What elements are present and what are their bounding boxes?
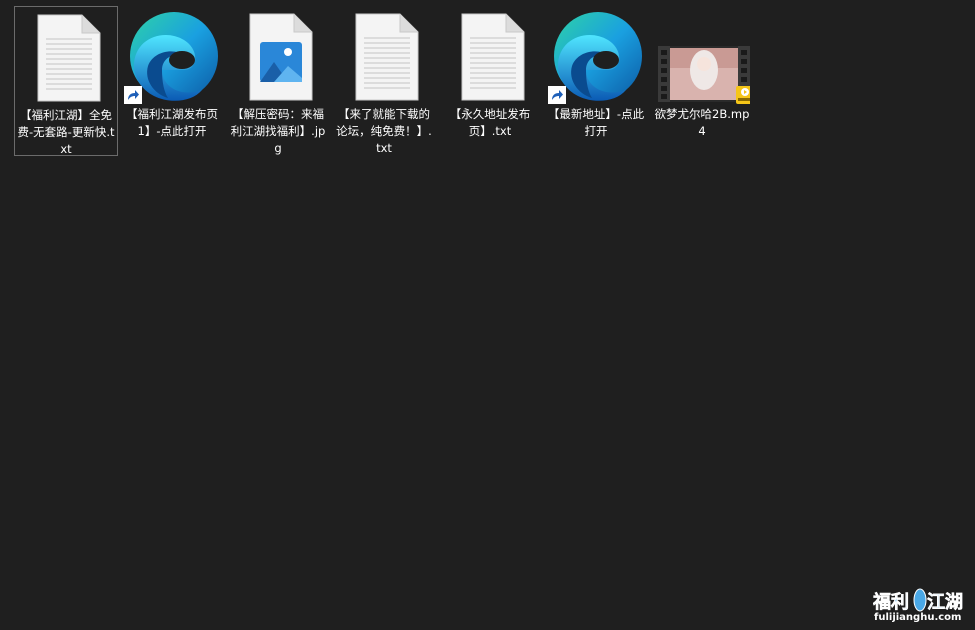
- file-label: 【来了就能下载的论坛，纯免费！】.txt: [336, 107, 432, 155]
- file-item-3[interactable]: 【来了就能下载的论坛，纯免费！】.txt: [332, 6, 436, 156]
- file-label: 【福利江湖】全免费-无套路-更新快.txt: [17, 108, 115, 156]
- watermark-logo: 福利 江湖 fulijianghu.com: [872, 586, 965, 623]
- file-label: 【解压密码：来福利江湖找福利】.jpg: [230, 107, 326, 155]
- text-document-icon: [442, 8, 538, 104]
- edge-shortcut-icon: [548, 8, 644, 104]
- file-item-2[interactable]: 【解压密码：来福利江湖找福利】.jpg: [226, 6, 330, 156]
- file-label: 【福利江湖发布页1】-点此打开: [126, 107, 218, 138]
- shortcut-arrow-icon: [548, 86, 566, 104]
- file-label: 【永久地址发布页】.txt: [449, 107, 531, 138]
- text-document-icon: [336, 8, 432, 104]
- image-file-icon: [230, 8, 326, 104]
- file-item-1[interactable]: 【福利江湖发布页1】-点此打开: [120, 6, 224, 156]
- file-item-4[interactable]: 【永久地址发布页】.txt: [438, 6, 542, 156]
- svg-text:fulijianghu.com: fulijianghu.com: [874, 612, 961, 622]
- svg-text:福利: 福利: [873, 591, 909, 613]
- shortcut-arrow-icon: [124, 86, 142, 104]
- file-item-5[interactable]: 【最新地址】-点此打开: [544, 6, 648, 156]
- video-file-icon: [654, 8, 754, 104]
- file-explorer-view: 【福利江湖】全免费-无套路-更新快.txt 【福利江湖发布页1】-点此打开 【解…: [0, 0, 975, 630]
- text-document-icon: [18, 9, 114, 105]
- svg-text:江湖: 江湖: [927, 592, 963, 613]
- file-label: 欲梦尤尔哈2B.mp4: [654, 107, 750, 138]
- file-item-6[interactable]: 欲梦尤尔哈2B.mp4: [650, 6, 754, 156]
- edge-shortcut-icon: [124, 8, 220, 104]
- file-item-0[interactable]: 【福利江湖】全免费-无套路-更新快.txt: [14, 6, 118, 156]
- file-label: 【最新地址】-点此打开: [547, 107, 645, 138]
